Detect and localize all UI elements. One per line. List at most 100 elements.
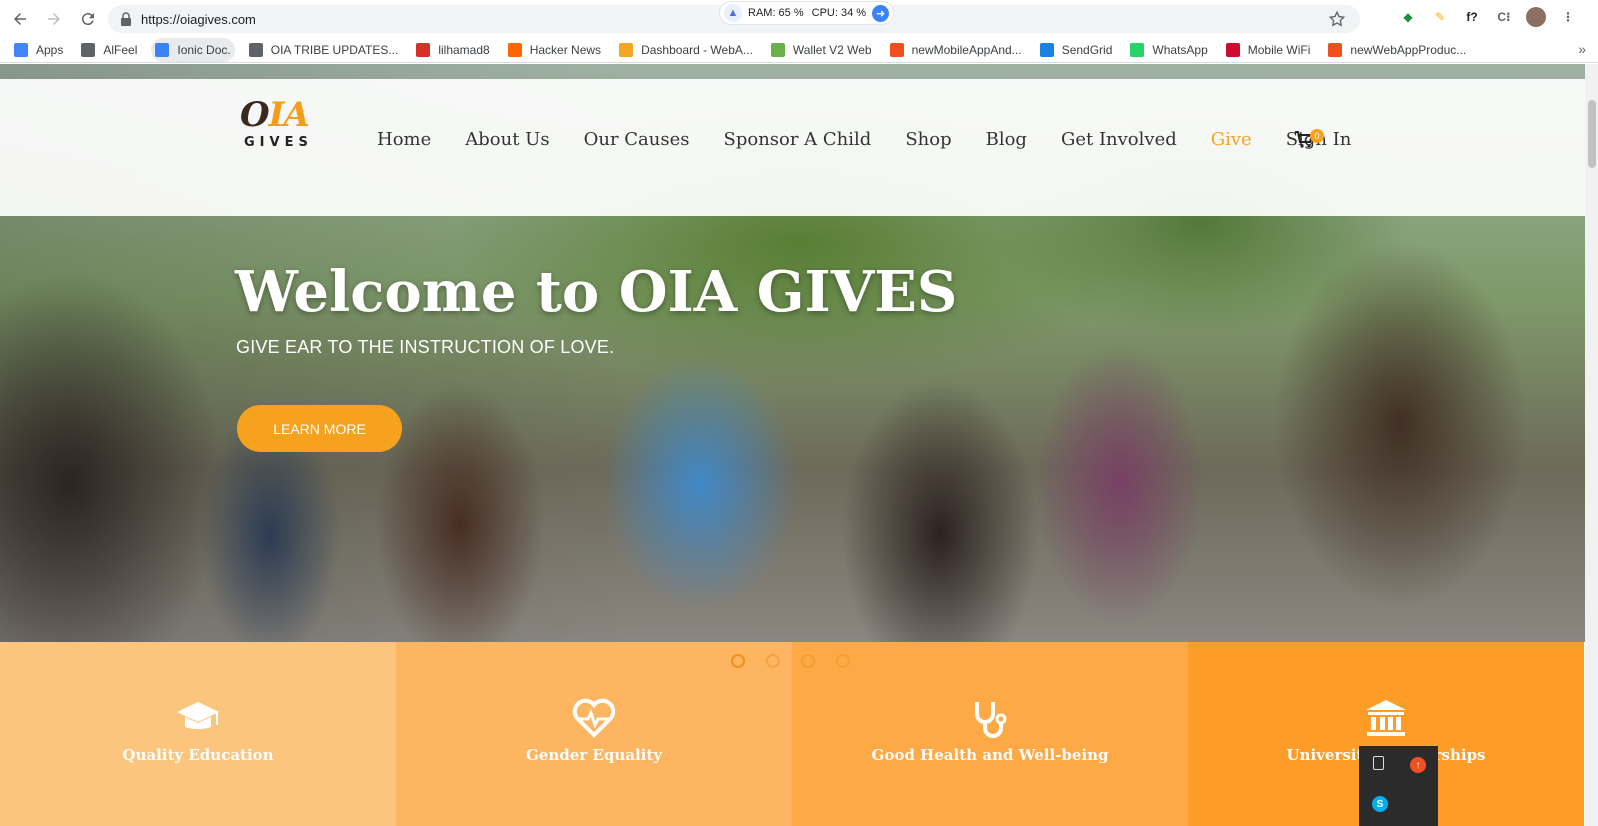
back-button[interactable] <box>6 5 34 33</box>
page-icon <box>248 42 263 57</box>
feature-label: Good Health and Well-being <box>871 746 1109 764</box>
bookmark-label: WhatsApp <box>1152 42 1208 57</box>
browser-toolbar: https://oiagives.com ▲ RAM: 65 % CPU: 34… <box>0 0 1598 37</box>
graduation-cap-icon <box>175 698 221 738</box>
slider-dot[interactable] <box>836 654 850 668</box>
site-header: OIA GIVES Home About Us Our Causes Sponsor … <box>0 79 1585 216</box>
whatsapp-icon <box>1130 42 1145 57</box>
nav-item-shop[interactable]: Shop <box>905 129 951 150</box>
page-scrollbar[interactable] <box>1585 64 1598 826</box>
bookmark-item[interactable]: newWebAppProduc... <box>1324 38 1470 62</box>
bookmark-item[interactable]: lilhamad8 <box>412 38 493 62</box>
reload-icon <box>81 12 94 25</box>
dashboard-icon <box>619 42 634 57</box>
feature-label: Gender Equality <box>525 746 662 764</box>
stethoscope-icon <box>967 698 1013 738</box>
page-viewport: OIA GIVES Home About Us Our Causes Sponsor … <box>0 64 1585 826</box>
bookmark-item[interactable]: Wallet V2 Web <box>767 38 876 62</box>
huawei-icon <box>1225 42 1240 57</box>
sendgrid-icon <box>1039 42 1054 57</box>
bookmark-label: lilhamad8 <box>438 42 490 57</box>
heart-pulse-icon <box>571 698 617 738</box>
learn-more-button[interactable]: LEARN MORE <box>237 405 402 452</box>
figma-icon <box>1328 42 1343 57</box>
scrollbar-thumb[interactable] <box>1588 100 1596 168</box>
bookmark-item[interactable]: Ionic Doc. <box>151 37 235 62</box>
logo-word: GIVES <box>244 135 313 150</box>
chevron-double-right-icon[interactable]: » <box>1578 41 1586 57</box>
cs-icon[interactable]: C⁝ <box>1494 7 1514 27</box>
usb-drive-icon[interactable] <box>1373 756 1384 770</box>
nav-item-sponsor-a-child[interactable]: Sponsor A Child <box>724 129 872 150</box>
system-monitor-widget[interactable]: ▲ RAM: 65 % CPU: 34 % ➜ <box>720 2 894 24</box>
bookmark-label: Ionic Doc. <box>177 42 231 57</box>
bookmark-item[interactable]: Dashboard - WebA... <box>615 38 757 62</box>
bookmark-label: AlFeel <box>103 42 138 57</box>
logo-figure-icon: O <box>240 95 270 135</box>
institution-icon <box>1363 698 1409 738</box>
gmail-icon <box>416 42 431 57</box>
bookmark-label: Wallet V2 Web <box>792 42 872 57</box>
nav-item-home[interactable]: Home <box>377 129 431 150</box>
slider-dot[interactable] <box>801 654 815 668</box>
bookmark-item[interactable]: Hacker News <box>504 38 605 62</box>
chrome-icon <box>155 42 170 57</box>
bookmark-item[interactable]: newMobileAppAnd... <box>886 38 1026 62</box>
page-icon <box>81 42 96 57</box>
bookmark-label: newWebAppProduc... <box>1350 42 1467 57</box>
feature-label: Quality Education <box>122 746 274 764</box>
nav-item-our-causes[interactable]: Our Causes <box>584 129 690 150</box>
features-band: Quality Education Gender Equality Good Hea… <box>0 642 1585 826</box>
url-text[interactable]: https://oiagives.com <box>141 12 256 27</box>
bookmark-label: OIA TRIBE UPDATES... <box>270 42 399 57</box>
bookmark-item[interactable]: WhatsApp <box>1126 38 1211 62</box>
arrow-right-icon <box>48 12 60 25</box>
bookmark-label: Hacker News <box>529 42 602 57</box>
slider-dot[interactable] <box>731 654 745 668</box>
hero-subtitle: GIVE EAR TO THE INSTRUCTION OF LOVE. <box>236 337 615 357</box>
bookmark-label: Apps <box>36 42 64 57</box>
bookmark-label: Mobile WiFi <box>1247 42 1311 57</box>
wallet-icon <box>770 42 785 57</box>
bookmarks-bar: Apps AlFeel Ionic Doc. OIA TRIBE UPDATES...… <box>0 37 1598 63</box>
nav-item-get-involved[interactable]: Get Involved <box>1061 129 1177 150</box>
hero-title: Welcome to OIA GIVES <box>235 259 958 325</box>
nav-item-blog[interactable]: Blog <box>986 129 1027 150</box>
logo-mark: OIA <box>240 95 310 135</box>
font-icon[interactable]: f? <box>1462 7 1482 27</box>
skype-icon[interactable]: S <box>1372 796 1388 812</box>
cart-count-badge: 0 <box>1310 129 1324 143</box>
feature-card[interactable]: Gender Equality <box>396 642 792 826</box>
nav-item-give[interactable]: Give <box>1211 129 1252 150</box>
bookmark-item[interactable]: Mobile WiFi <box>1222 38 1315 62</box>
arrow-right-circle-icon: ➜ <box>872 4 890 22</box>
bookmark-label: newMobileAppAnd... <box>911 42 1022 57</box>
apps-grid-icon <box>14 42 28 57</box>
kebab-menu-icon[interactable]: ⋮ <box>1558 7 1578 27</box>
bookmark-item[interactable]: SendGrid <box>1036 38 1117 62</box>
slider-dot[interactable] <box>766 654 780 668</box>
extension-color-icon[interactable]: ✎ <box>1430 7 1450 27</box>
bookmark-item[interactable]: AlFeel <box>77 38 141 62</box>
slider-dots <box>731 654 850 668</box>
bookmark-label: Dashboard - WebA... <box>641 42 753 57</box>
extension-green-icon[interactable]: ◆ <box>1398 7 1418 27</box>
upload-icon[interactable]: ↑ <box>1410 757 1426 773</box>
feature-card[interactable]: Quality Education <box>0 642 396 826</box>
feature-card[interactable]: Good Health and Well-being <box>792 642 1188 826</box>
reload-button[interactable] <box>74 5 102 33</box>
main-nav: Home About Us Our Causes Sponsor A Child Sho… <box>377 129 1385 150</box>
bookmark-star-icon[interactable] <box>1328 10 1346 28</box>
site-logo[interactable]: OIA GIVES <box>240 95 326 155</box>
system-tray-popup: ↑ S <box>1359 746 1438 826</box>
lock-icon <box>121 12 131 26</box>
rocket-icon: ▲ <box>724 4 742 22</box>
forward-button[interactable] <box>40 5 68 33</box>
cpu-usage: CPU: 34 % <box>811 7 867 19</box>
bookmark-item[interactable]: Apps <box>10 38 67 62</box>
bookmark-label: SendGrid <box>1061 42 1113 57</box>
bookmark-item[interactable]: OIA TRIBE UPDATES... <box>245 38 403 62</box>
figma-icon <box>889 42 904 57</box>
nav-item-about-us[interactable]: About Us <box>465 129 549 150</box>
profile-avatar[interactable] <box>1526 7 1546 27</box>
